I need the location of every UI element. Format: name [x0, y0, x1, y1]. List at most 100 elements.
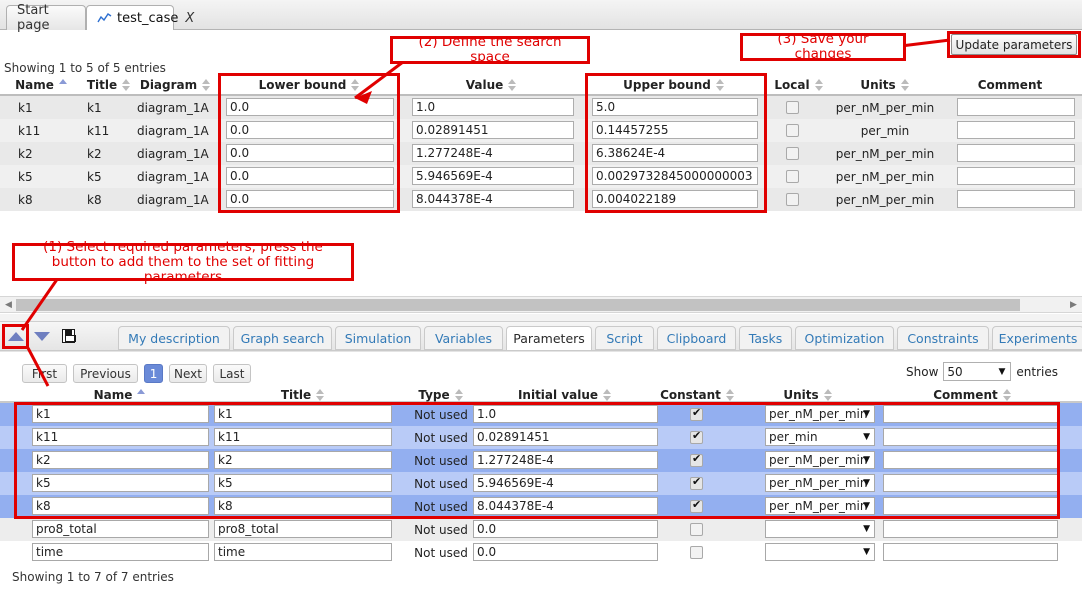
comment-input[interactable] — [957, 190, 1075, 208]
top-col-header-diagram[interactable]: Diagram — [133, 74, 218, 96]
constant-checkbox[interactable] — [690, 475, 703, 490]
table-row[interactable]: pro8_total pro8_total Not used 0.0 ▼ — [0, 518, 1082, 541]
bottom-col-header-name[interactable]: Name — [30, 386, 210, 403]
top-col-header-lower-bound[interactable]: Lower bound — [222, 74, 397, 96]
parameter-comment-input[interactable] — [883, 520, 1058, 538]
table-row[interactable]: k8 k8 diagram_1A 0.0 8.044378E-4 0.004022189 p… — [0, 188, 1082, 211]
tab-my-description[interactable]: My description — [118, 326, 230, 350]
bottom-col-header-initial-value[interactable]: Initial value — [470, 386, 660, 403]
tab-variables[interactable]: Variables — [424, 326, 503, 350]
constant-checkbox[interactable] — [690, 523, 703, 536]
top-col-header-value[interactable]: Value — [404, 74, 579, 96]
constant-checkbox[interactable] — [690, 546, 703, 559]
units-select[interactable]: per_nM_per_min ▼ — [765, 474, 875, 492]
parameter-title-input[interactable]: k8 — [214, 497, 392, 515]
units-select[interactable]: per_nM_per_min ▼ — [765, 497, 875, 515]
pagination-next[interactable]: Next — [169, 364, 207, 383]
tab-parameters[interactable]: Parameters — [506, 326, 592, 351]
table-row[interactable]: k5k5Not used5.946569E-4per_nM_per_min▼ — [0, 472, 1082, 495]
value-input[interactable]: 5.946569E-4 — [412, 167, 574, 185]
scrollbar-thumb[interactable] — [16, 299, 1020, 311]
window-tab-start-page[interactable]: Start page — [6, 3, 86, 33]
initial-value-input[interactable]: 8.044378E-4 — [473, 497, 658, 515]
upper-bound-input[interactable]: 0.0029732845000000003 — [592, 167, 758, 185]
window-tab-test-case[interactable]: test_case X — [86, 5, 194, 30]
table-row[interactable]: k2 k2 diagram_1A 0.0 1.277248E-4 6.38624E-4 pe… — [0, 142, 1082, 165]
upper-bound-input[interactable]: 5.0 — [592, 98, 758, 116]
tab-clipboard[interactable]: Clipboard — [657, 326, 736, 350]
table-row[interactable]: k1 k1 diagram_1A 0.0 1.0 5.0 per_nM_per_min — [0, 96, 1082, 119]
constant-checkbox[interactable] — [690, 406, 703, 421]
parameter-name-input[interactable]: time — [32, 543, 209, 561]
top-col-header-units[interactable]: Units — [830, 74, 940, 96]
table-row[interactable]: k11k11Not used0.02891451per_min▼ — [0, 426, 1082, 449]
parameter-title-input[interactable]: k2 — [214, 451, 392, 469]
lower-bound-input[interactable]: 0.0 — [226, 167, 394, 185]
parameter-name-input[interactable]: k5 — [32, 474, 209, 492]
parameter-comment-input[interactable] — [883, 497, 1058, 515]
bottom-col-header-constant[interactable]: Constant — [645, 386, 750, 403]
top-col-header-comment[interactable]: Comment — [945, 74, 1075, 96]
tab-tasks[interactable]: Tasks — [739, 326, 792, 350]
update-parameters-button[interactable]: Update parameters — [951, 34, 1077, 55]
constant-checkbox[interactable] — [690, 429, 703, 444]
initial-value-input[interactable]: 1.0 — [473, 405, 658, 423]
constant-checkbox[interactable] — [690, 498, 703, 513]
initial-value-input[interactable]: 5.946569E-4 — [473, 474, 658, 492]
top-col-header-upper-bound[interactable]: Upper bound — [588, 74, 760, 96]
parameter-comment-input[interactable] — [883, 428, 1058, 446]
table-row[interactable]: k1k1Not used1.0per_nM_per_min▼ — [0, 403, 1082, 426]
initial-value-input[interactable]: 0.0 — [473, 520, 658, 538]
tab-constraints[interactable]: Constraints — [897, 326, 989, 350]
pagination-previous[interactable]: Previous — [73, 364, 138, 383]
pagination-1[interactable]: 1 — [144, 364, 163, 383]
table-row[interactable]: k8k8Not used8.044378E-4per_nM_per_min▼ — [0, 495, 1082, 518]
value-input[interactable]: 1.277248E-4 — [412, 144, 574, 162]
bottom-col-header-comment[interactable]: Comment — [880, 386, 1065, 403]
parameter-title-input[interactable]: time — [214, 543, 392, 561]
lower-bound-input[interactable]: 0.0 — [226, 144, 394, 162]
top-col-header-name[interactable]: Name — [4, 74, 79, 96]
parameter-title-input[interactable]: k11 — [214, 428, 392, 446]
upper-bound-input[interactable]: 0.14457255 — [592, 121, 758, 139]
local-checkbox[interactable] — [786, 147, 799, 160]
comment-input[interactable] — [957, 167, 1075, 185]
tab-simulation[interactable]: Simulation — [335, 326, 421, 350]
local-checkbox[interactable] — [786, 101, 799, 114]
units-select[interactable]: ▼ — [765, 520, 875, 538]
initial-value-input[interactable]: 0.0 — [473, 543, 658, 561]
value-input[interactable]: 8.044378E-4 — [412, 190, 574, 208]
parameter-comment-input[interactable] — [883, 474, 1058, 492]
parameter-name-input[interactable]: pro8_total — [32, 520, 209, 538]
table-row[interactable]: k2k2Not used1.277248E-4per_nM_per_min▼ — [0, 449, 1082, 472]
parameter-comment-input[interactable] — [883, 543, 1058, 561]
bottom-col-header-units[interactable]: Units — [748, 386, 868, 403]
close-icon[interactable]: X — [185, 11, 194, 26]
scroll-left-icon[interactable]: ◀ — [1, 297, 16, 312]
upper-bound-input[interactable]: 6.38624E-4 — [592, 144, 758, 162]
value-input[interactable]: 0.02891451 — [412, 121, 574, 139]
comment-input[interactable] — [957, 98, 1075, 116]
pagination-last[interactable]: Last — [213, 364, 251, 383]
tab-script[interactable]: Script — [595, 326, 654, 350]
parameter-comment-input[interactable] — [883, 405, 1058, 423]
table-row[interactable]: time time Not used 0.0 ▼ — [0, 541, 1082, 564]
parameter-title-input[interactable]: k5 — [214, 474, 392, 492]
units-select[interactable]: ▼ — [765, 543, 875, 561]
initial-value-input[interactable]: 0.02891451 — [473, 428, 658, 446]
parameter-title-input[interactable]: pro8_total — [214, 520, 392, 538]
scroll-right-icon[interactable]: ▶ — [1066, 297, 1081, 312]
tab-optimization[interactable]: Optimization — [795, 326, 894, 350]
horizontal-scrollbar[interactable]: ◀ ▶ — [0, 296, 1082, 313]
local-checkbox[interactable] — [786, 124, 799, 137]
lower-bound-input[interactable]: 0.0 — [226, 98, 394, 116]
comment-input[interactable] — [957, 144, 1075, 162]
lower-bound-input[interactable]: 0.0 — [226, 121, 394, 139]
local-checkbox[interactable] — [786, 170, 799, 183]
units-select[interactable]: per_min ▼ — [765, 428, 875, 446]
top-col-header-local[interactable]: Local — [770, 74, 828, 96]
value-input[interactable]: 1.0 — [412, 98, 574, 116]
parameter-comment-input[interactable] — [883, 451, 1058, 469]
local-checkbox[interactable] — [786, 193, 799, 206]
parameter-name-input[interactable]: k2 — [32, 451, 209, 469]
